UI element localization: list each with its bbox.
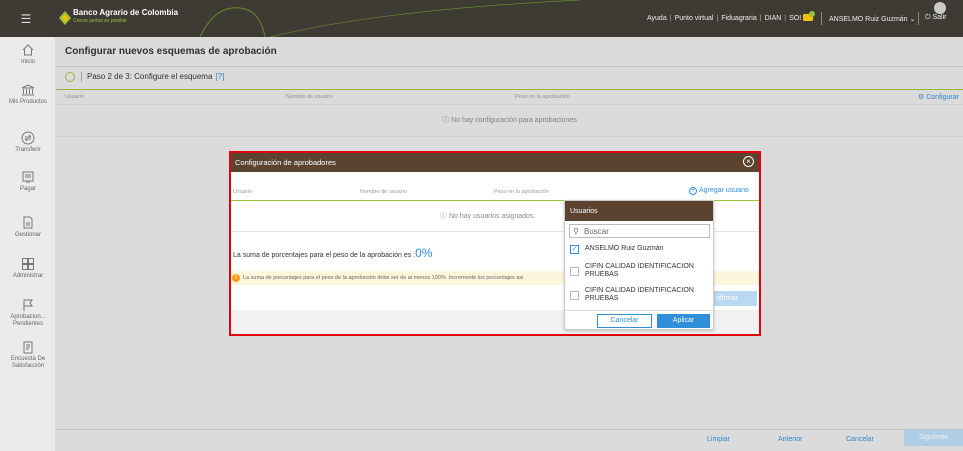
add-user-label: Agregar usuario: [699, 187, 749, 194]
option-label: ANSELMO Ruiz Guzmán: [585, 245, 664, 252]
info-icon: ⓘ: [440, 213, 447, 220]
checkbox[interactable]: [570, 291, 579, 300]
dropdown-header: Usuarios: [565, 201, 713, 221]
sidebar-item-transferir[interactable]: Transferir: [0, 131, 56, 154]
logout-button[interactable]: ⏻ Salir: [925, 14, 947, 22]
sidebar-item-label: Pagar: [19, 186, 36, 192]
close-icon[interactable]: ×: [743, 156, 754, 167]
apply-button[interactable]: Aplicar: [657, 314, 710, 328]
empty-state: ⓘ No hay usuarios asignados.: [440, 211, 535, 221]
bank-icon: [21, 84, 35, 96]
checkbox-checked[interactable]: ✓: [570, 245, 579, 254]
menu-icon[interactable]: ☰: [0, 0, 52, 37]
chat-icon[interactable]: [802, 11, 816, 23]
sidebar-item-label: Inicio: [20, 59, 35, 65]
home-icon: [22, 44, 34, 56]
divider: [918, 12, 919, 25]
add-user-button[interactable]: + Agregar usuario: [689, 187, 749, 195]
sidebar-item-inicio[interactable]: Inicio: [0, 43, 56, 66]
user-menu[interactable]: ANSELMO Ruiz Guzmán ⌄: [829, 15, 915, 23]
divider: [821, 12, 822, 25]
flag-icon: [23, 299, 33, 311]
user-option[interactable]: CIFIN CALIDAD IDENTIFICACION PRUEBAS: [570, 263, 710, 281]
pay-icon: [22, 171, 34, 183]
user-option[interactable]: ✓ ANSELMO Ruiz Guzmán: [570, 245, 710, 255]
modal-header: Configuración de aprobadores ×: [230, 152, 760, 172]
link-dian[interactable]: DIAN: [765, 15, 782, 22]
power-icon: ⏻: [925, 14, 931, 21]
bank-name: Banco Agrario de Colombia: [73, 8, 179, 17]
empty-message: No hay usuarios asignados.: [448, 213, 536, 220]
bank-logo: [59, 11, 71, 25]
sum-label: La suma de porcentajes para el peso de l…: [233, 252, 416, 259]
link-fiduagraria[interactable]: Fiduagraria: [721, 15, 756, 22]
sidebar-item-administrar[interactable]: Administrar: [0, 257, 56, 280]
divider: [565, 310, 713, 311]
sidebar-item-label: Encuesta De Satisfacción: [10, 356, 46, 369]
sidebar-item-mis-productos[interactable]: Mis Productos: [0, 83, 56, 106]
sidebar-item-encuesta[interactable]: Encuesta De Satisfacción: [0, 340, 56, 370]
sidebar-item-aprobaciones[interactable]: Aprobacion... Pendientes: [0, 298, 56, 328]
column-header-nombre: Nombre de usuario: [360, 189, 407, 195]
admin-grid-icon: [22, 258, 34, 270]
top-links: Ayuda | Punto virtual | Fiduagraria | DIAN | SOI: [647, 15, 802, 22]
bank-tagline: Crecer juntos es posible: [73, 18, 127, 24]
warning-icon: !: [232, 274, 240, 282]
link-ayuda[interactable]: Ayuda: [647, 15, 667, 22]
modal-title: Configuración de aprobadores: [235, 158, 336, 167]
header-decoration: [199, 0, 581, 37]
sidebar-item-gestionar[interactable]: Gestionar: [0, 216, 56, 239]
brand[interactable]: Banco Agrario de Colombia Crecer juntos …: [73, 8, 178, 24]
users-dropdown: Usuarios ⚲ Buscar ✓ ANSELMO Ruiz Guzmán …: [564, 200, 714, 330]
survey-icon: [23, 341, 33, 354]
manage-icon: [23, 216, 33, 229]
sidebar-item-label: Gestionar: [14, 232, 41, 238]
transfer-icon: [21, 131, 35, 145]
user-name: ANSELMO Ruiz Guzmán: [829, 16, 908, 23]
search-icon: ⚲: [573, 227, 579, 236]
settings-fab-icon[interactable]: [934, 2, 946, 14]
sidebar-item-label: Administrar: [12, 273, 44, 279]
sum-value: 0%: [415, 246, 433, 260]
option-label: CIFIN CALIDAD IDENTIFICACION PRUEBAS: [585, 287, 694, 302]
sidebar-item-label: Transferir: [15, 147, 41, 153]
chevron-down-icon: ⌄: [909, 16, 916, 23]
sidebar-item-label: Aprobacion... Pendientes: [10, 314, 46, 327]
column-header-peso: Peso en la aprobación: [494, 189, 549, 195]
warning-text: La suma de porcentajes para el peso de l…: [243, 275, 524, 281]
percentage-sum: La suma de porcentajes para el peso de l…: [233, 246, 432, 260]
top-bar: ☰ Banco Agrario de Colombia Crecer junto…: [0, 0, 963, 37]
dropdown-cancel-button[interactable]: Cancelar: [597, 314, 652, 328]
link-punto-virtual[interactable]: Punto virtual: [675, 15, 714, 22]
logout-label: Salir: [932, 14, 947, 21]
sidebar-item-pagar[interactable]: Pagar: [0, 170, 56, 193]
dropdown-title: Usuarios: [570, 208, 598, 215]
sidebar-item-label: Mis Productos: [8, 99, 47, 105]
link-soi[interactable]: SOI: [789, 15, 801, 22]
user-option[interactable]: CIFIN CALIDAD IDENTIFICACION PRUEBAS: [570, 287, 710, 305]
checkbox[interactable]: [570, 267, 579, 276]
column-header-usuario: Usuario: [233, 189, 252, 195]
option-label: CIFIN CALIDAD IDENTIFICACION PRUEBAS: [585, 263, 694, 278]
search-input[interactable]: ⚲ Buscar: [569, 224, 710, 238]
sidebar: Inicio Mis Productos Transferir Pagar Ge…: [0, 37, 56, 451]
search-placeholder: Buscar: [584, 227, 609, 236]
plus-circle-icon: +: [689, 187, 697, 195]
